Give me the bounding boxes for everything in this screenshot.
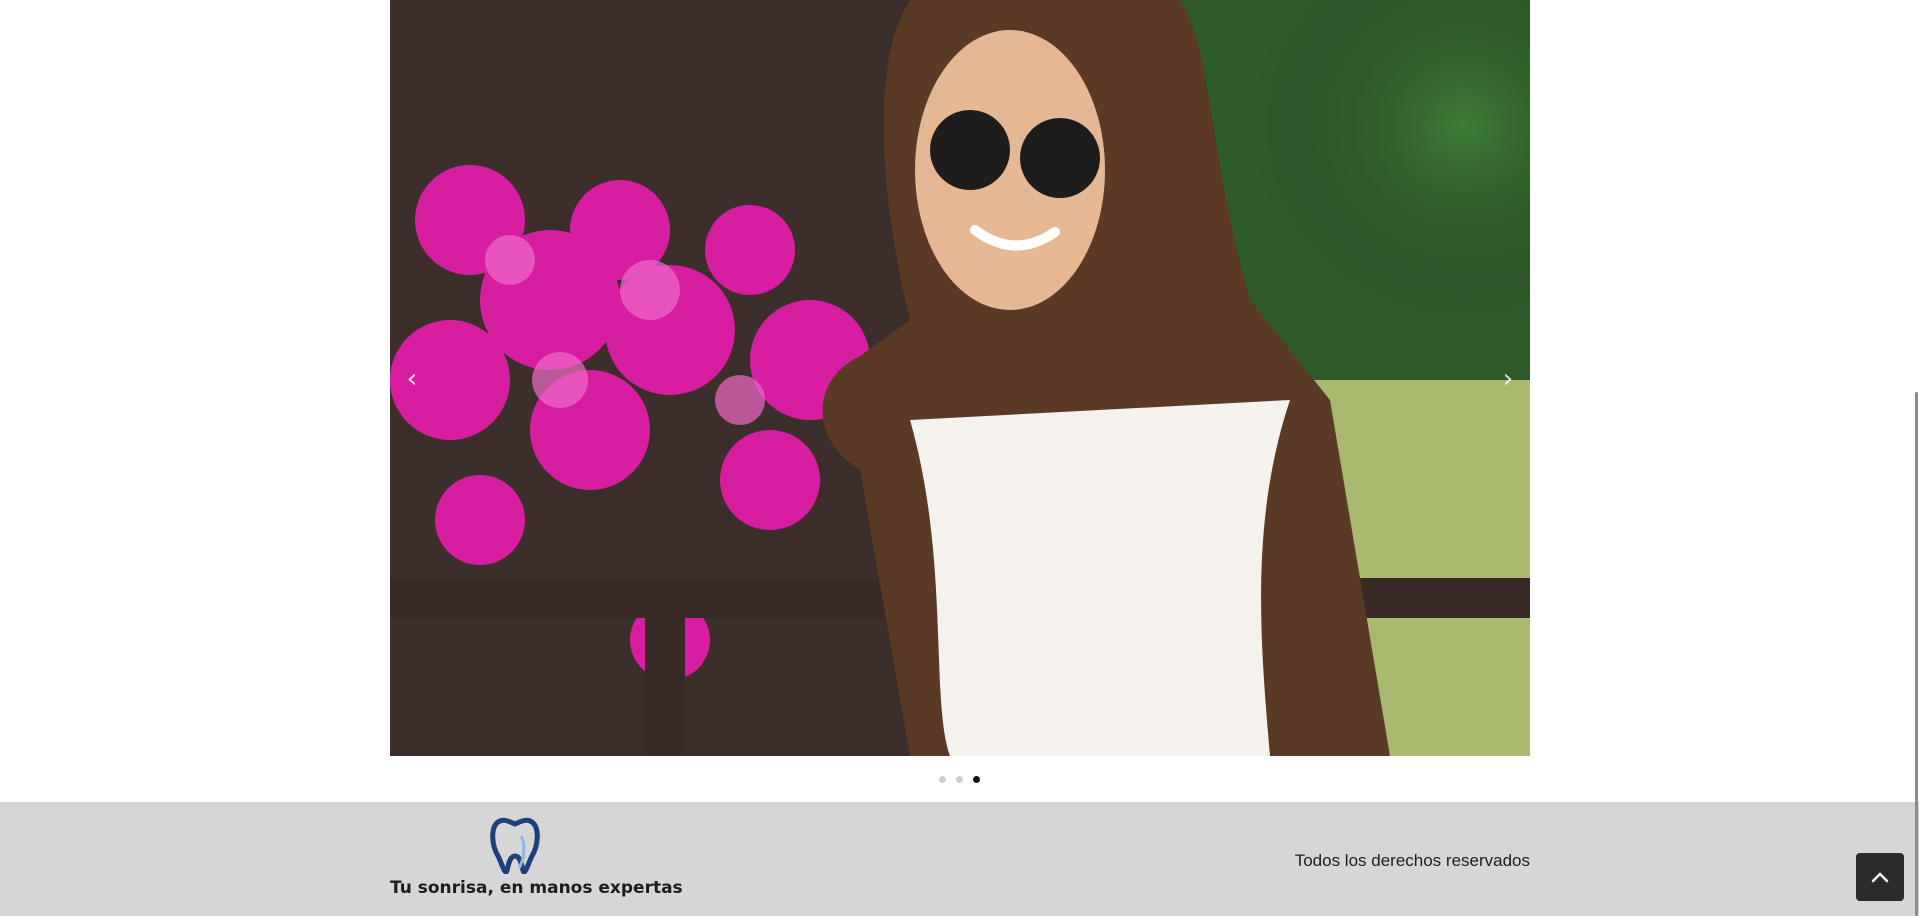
carousel-next-button[interactable]: ›: [1496, 362, 1520, 396]
hero-carousel: ‹ ›: [390, 0, 1530, 756]
footer-tagline: Tu sonrisa, en manos expertas: [390, 878, 683, 898]
footer-copyright: Todos los derechos reservados: [1294, 851, 1530, 870]
scrollbar-thumb[interactable]: [1915, 392, 1918, 916]
back-to-top-button[interactable]: [1856, 853, 1904, 901]
carousel-indicator-3[interactable]: [973, 775, 980, 783]
chevron-up-icon: [1871, 872, 1889, 883]
carousel-indicators: [0, 773, 1919, 785]
chevron-right-icon: ›: [1502, 364, 1514, 394]
page-scrollbar[interactable]: [1914, 0, 1919, 916]
carousel-indicator-2[interactable]: [956, 775, 963, 783]
carousel-prev-button[interactable]: ‹: [400, 362, 424, 396]
chevron-left-icon: ‹: [406, 364, 418, 394]
tooth-logo-icon: [490, 817, 540, 874]
carousel-indicator-1[interactable]: [939, 775, 946, 783]
site-footer: Tu sonrisa, en manos expertas Todos los …: [0, 802, 1919, 916]
carousel-slide-image: [390, 0, 1530, 756]
